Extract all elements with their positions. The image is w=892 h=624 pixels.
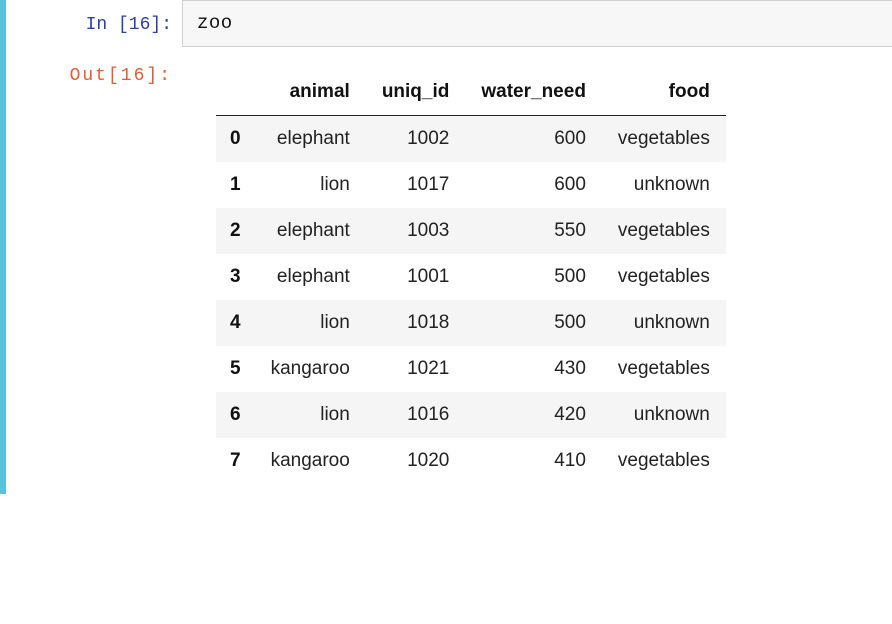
row-index: 0 [216, 115, 255, 162]
col-header: water_need [465, 71, 602, 116]
row-index: 3 [216, 254, 255, 300]
output-row: Out[16]: animal uniq_id water_need food … [0, 47, 892, 494]
cell-uniq_id: 1002 [366, 115, 466, 162]
cell-uniq_id: 1017 [366, 162, 466, 208]
table-row: 1lion1017600unknown [216, 162, 726, 208]
cell-animal: lion [255, 300, 366, 346]
table-row: 2elephant1003550vegetables [216, 208, 726, 254]
table-header-row: animal uniq_id water_need food [216, 71, 726, 116]
row-index: 6 [216, 392, 255, 438]
table-row: 5kangaroo1021430vegetables [216, 346, 726, 392]
row-index: 1 [216, 162, 255, 208]
table-row: 4lion1018500unknown [216, 300, 726, 346]
cell-water_need: 430 [465, 346, 602, 392]
cell-uniq_id: 1021 [366, 346, 466, 392]
col-header: animal [255, 71, 366, 116]
cell-water_need: 420 [465, 392, 602, 438]
table-corner [216, 71, 255, 116]
notebook-cell: In [16]: zoo [0, 0, 892, 47]
cell-food: vegetables [602, 438, 726, 484]
cell-animal: lion [255, 162, 366, 208]
cell-animal: kangaroo [255, 346, 366, 392]
cell-food: vegetables [602, 208, 726, 254]
cell-uniq_id: 1016 [366, 392, 466, 438]
cell-uniq_id: 1020 [366, 438, 466, 484]
row-index: 4 [216, 300, 255, 346]
dataframe-table: animal uniq_id water_need food 0elephant… [216, 71, 726, 484]
output-area: animal uniq_id water_need food 0elephant… [182, 47, 736, 494]
cell-water_need: 500 [465, 254, 602, 300]
cell-food: unknown [602, 162, 726, 208]
cell-food: vegetables [602, 254, 726, 300]
out-prompt-label: Out[16]: [70, 66, 172, 86]
cell-food: vegetables [602, 115, 726, 162]
cell-water_need: 600 [465, 162, 602, 208]
cell-water_need: 600 [465, 115, 602, 162]
cell-food: unknown [602, 300, 726, 346]
col-header: food [602, 71, 726, 116]
input-prompt: In [16]: [6, 0, 182, 47]
table-row: 7kangaroo1020410vegetables [216, 438, 726, 484]
cell-animal: kangaroo [255, 438, 366, 484]
cell-animal: elephant [255, 208, 366, 254]
cell-water_need: 500 [465, 300, 602, 346]
cell-water_need: 550 [465, 208, 602, 254]
code-input[interactable]: zoo [182, 0, 892, 47]
table-row: 3elephant1001500vegetables [216, 254, 726, 300]
cell-water_need: 410 [465, 438, 602, 484]
cell-food: vegetables [602, 346, 726, 392]
table-row: 6lion1016420unknown [216, 392, 726, 438]
row-index: 5 [216, 346, 255, 392]
cell-content: zoo [182, 0, 892, 47]
output-prompt: Out[16]: [6, 47, 182, 494]
row-index: 7 [216, 438, 255, 484]
col-header: uniq_id [366, 71, 466, 116]
row-index: 2 [216, 208, 255, 254]
cell-animal: elephant [255, 254, 366, 300]
cell-food: unknown [602, 392, 726, 438]
table-row: 0elephant1002600vegetables [216, 115, 726, 162]
cell-uniq_id: 1001 [366, 254, 466, 300]
cell-animal: lion [255, 392, 366, 438]
cell-animal: elephant [255, 115, 366, 162]
cell-uniq_id: 1018 [366, 300, 466, 346]
in-prompt-label: In [16]: [86, 15, 172, 35]
cell-uniq_id: 1003 [366, 208, 466, 254]
